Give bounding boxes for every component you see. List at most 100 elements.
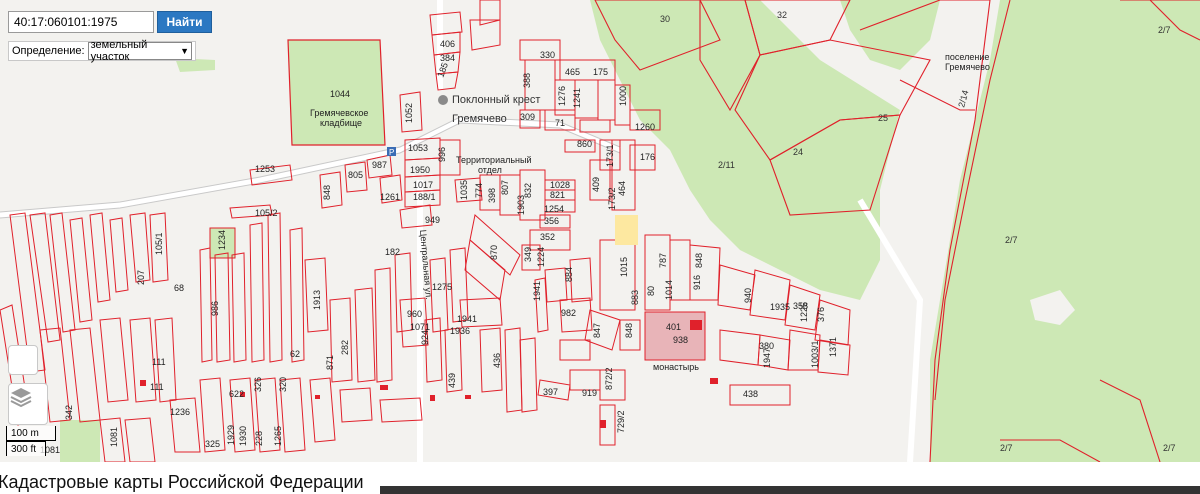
plot-number-label[interactable]: 960	[407, 309, 422, 319]
plot-number-label[interactable]: 1014	[664, 280, 674, 300]
plot-number-label[interactable]: 1260	[635, 122, 655, 132]
plot-number-label[interactable]: 848	[694, 253, 704, 268]
plot-number-label[interactable]: 1275	[432, 282, 452, 292]
plot-number-label[interactable]: 1950	[410, 165, 430, 175]
plot-number-label[interactable]: 622	[229, 389, 244, 399]
plot-number-label[interactable]: 309	[520, 112, 535, 122]
plot-number-label[interactable]: 1254	[544, 204, 564, 214]
plot-number-label[interactable]: 1371	[828, 337, 838, 357]
plot-number-label[interactable]: 940	[743, 288, 753, 303]
plot-number-label[interactable]: 860	[577, 139, 592, 149]
plot-number-label[interactable]: 1936	[450, 326, 470, 336]
plot-number-label[interactable]: 1028	[550, 180, 570, 190]
plot-number-label[interactable]: 176	[640, 152, 655, 162]
plot-number-label[interactable]: 805	[348, 170, 363, 180]
plot-number-label[interactable]: 1929	[226, 425, 236, 445]
plot-number-label[interactable]: 1261	[380, 192, 400, 202]
plot-number-label[interactable]: 111	[150, 382, 164, 392]
map-canvas[interactable]: 406384185330388465 1751276 1241 100030971 12…	[0, 0, 1200, 462]
plot-number-label[interactable]: 1053	[408, 143, 428, 153]
plot-number-label[interactable]: 173/2	[607, 187, 617, 210]
plot-number-label[interactable]: 436	[492, 353, 502, 368]
plot-number-label[interactable]: 80	[646, 286, 656, 296]
plot-number-label[interactable]: 1265	[273, 426, 283, 446]
plot-number-label[interactable]: 729/2	[616, 410, 626, 433]
plot-number-label[interactable]: 1241	[572, 88, 582, 108]
plot-number-label[interactable]: 406	[440, 39, 455, 49]
plot-number-label[interactable]: 884	[564, 267, 574, 282]
plot-number-label[interactable]: 1253	[255, 164, 275, 174]
plot-number-label[interactable]: 1935	[770, 302, 790, 312]
plot-number-label[interactable]: 807	[500, 180, 510, 195]
plot-number-label[interactable]: 832	[523, 183, 533, 198]
plot-number-label[interactable]: 1930	[238, 426, 248, 446]
plot-number-label[interactable]: 982	[561, 308, 576, 318]
plot-number-label[interactable]: 774	[474, 183, 484, 198]
plot-number-label[interactable]: 1941	[457, 314, 477, 324]
plot-number-label[interactable]: 175	[593, 67, 608, 77]
plot-number-label[interactable]: 330	[540, 50, 555, 60]
plot-number-label[interactable]: 228	[254, 431, 264, 446]
plot-number-label[interactable]: 326	[253, 377, 263, 392]
plot-number-label[interactable]: 388	[522, 73, 532, 88]
plot-number-label[interactable]: 848	[624, 323, 634, 338]
plot-number-label[interactable]: 949	[425, 215, 440, 225]
plot-number-label[interactable]: 1003/1	[810, 340, 820, 368]
plot-number-label[interactable]: 871	[325, 355, 335, 370]
plot-number-label[interactable]: 872/2	[604, 367, 614, 390]
plot-number-label[interactable]: 349	[523, 247, 533, 262]
plot-number-label[interactable]: 282	[340, 340, 350, 355]
plot-number-label[interactable]: 1236	[170, 407, 190, 417]
plot-number-label[interactable]: 105/1	[154, 232, 164, 255]
plot-number-label[interactable]: 883	[630, 290, 640, 305]
plot-number-label[interactable]: 376	[816, 307, 826, 322]
plot-number-label[interactable]: 787	[658, 253, 668, 268]
plot-number-label[interactable]: 1234	[217, 230, 227, 250]
plot-number-label[interactable]: 439	[447, 373, 457, 388]
plot-number-label[interactable]: 1081	[109, 427, 119, 447]
plot-number-label[interactable]: 320	[278, 377, 288, 392]
plot-number-label[interactable]: 916	[692, 275, 702, 290]
zoom-control[interactable]	[8, 345, 38, 375]
cadastral-map[interactable]: 406 384 185 330 388 465 175 1276 1241 1000 309 71 12…	[0, 0, 1200, 462]
place-pin-icon[interactable]	[438, 95, 448, 105]
plot-number-label[interactable]: 384	[440, 53, 455, 63]
cadastral-number-search-input[interactable]	[8, 11, 154, 33]
plot-number-label[interactable]: 996	[437, 147, 447, 162]
plot-number-label[interactable]: 1052	[404, 103, 414, 123]
plot-number-label[interactable]: 938	[673, 335, 688, 345]
definition-select[interactable]: земельный участок ▼	[87, 39, 192, 63]
plot-number-label[interactable]: 409	[591, 177, 601, 192]
plot-number-label[interactable]: 919	[582, 388, 597, 398]
plot-number-label[interactable]: 105/2	[255, 208, 278, 218]
plot-number-label[interactable]: 352	[540, 232, 555, 242]
plot-number-label[interactable]: 821	[550, 190, 565, 200]
plot-number-label[interactable]: 1017	[413, 180, 433, 190]
plot-number-label[interactable]: 356	[544, 216, 559, 226]
plot-number-label[interactable]: 62	[290, 349, 300, 359]
plot-number-label[interactable]: 1000	[618, 86, 628, 106]
plot-number-label[interactable]: 1015	[619, 257, 629, 277]
plot-number-label[interactable]: 188/1	[413, 192, 436, 202]
plot-number-label[interactable]: 987	[372, 160, 387, 170]
plot-number-label[interactable]: 397	[543, 387, 558, 397]
plot-number-label[interactable]: 401	[666, 322, 681, 332]
plot-number-label[interactable]: 847	[592, 323, 602, 338]
plot-number-label[interactable]: 342	[64, 405, 74, 420]
layers-button[interactable]	[8, 383, 48, 425]
plot-number-label[interactable]: 438	[743, 389, 758, 399]
plot-number-label[interactable]: 182	[385, 247, 400, 257]
plot-number-label[interactable]: 986	[210, 301, 220, 316]
plot-number-label[interactable]: 68	[174, 283, 184, 293]
search-button[interactable]: Найти	[157, 11, 212, 33]
plot-number-label[interactable]: 380	[759, 341, 774, 351]
plot-number-label[interactable]: 870	[489, 245, 499, 260]
plot-number-label[interactable]: 1941	[532, 281, 542, 301]
plot-number-label[interactable]: 173/1	[605, 144, 615, 167]
plot-number-label[interactable]: 1224	[536, 247, 546, 267]
plot-number-label[interactable]: 1225	[799, 302, 809, 322]
plot-number-label[interactable]: 848	[322, 185, 332, 200]
plot-number-label[interactable]: 207	[136, 270, 146, 285]
plot-number-label[interactable]: 464	[617, 181, 627, 196]
plot-number-label[interactable]: 111	[152, 357, 166, 367]
